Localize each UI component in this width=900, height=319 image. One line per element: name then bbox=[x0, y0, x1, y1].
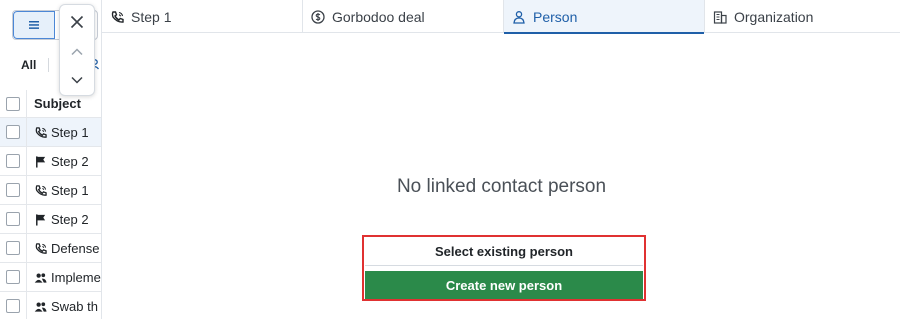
empty-state-message: No linked contact person bbox=[396, 176, 607, 197]
table-row[interactable]: Swab th bbox=[0, 292, 101, 319]
row-checkbox[interactable] bbox=[6, 270, 20, 284]
previous-record-button[interactable] bbox=[60, 38, 94, 66]
row-subject-label: Impleme bbox=[51, 269, 101, 285]
table-row[interactable]: Step 2 bbox=[0, 205, 101, 234]
table-row[interactable]: Step 1 bbox=[0, 118, 101, 147]
row-subject[interactable]: Impleme bbox=[27, 270, 101, 285]
dollar-icon bbox=[311, 9, 325, 24]
tab-label: Step 1 bbox=[131, 8, 172, 25]
row-subject-label: Step 1 bbox=[51, 124, 89, 140]
row-checkbox[interactable] bbox=[6, 241, 20, 255]
row-checkbox[interactable] bbox=[6, 212, 20, 226]
row-subject-label: Step 2 bbox=[51, 153, 89, 169]
tab-label: Person bbox=[533, 8, 578, 25]
app-root: All Subject Step 1 Step 2 Step 1 Step 2 Defe… bbox=[0, 0, 900, 319]
phone-icon bbox=[35, 126, 47, 138]
subject-column-header[interactable]: Subject bbox=[27, 96, 81, 111]
flag-icon bbox=[36, 213, 46, 226]
row-checkbox-cell bbox=[0, 263, 27, 291]
tab-gorbodoo-deal[interactable]: Gorbodoo deal bbox=[303, 0, 504, 33]
tab-label: Gorbodoo deal bbox=[332, 8, 425, 25]
row-subject[interactable]: Defense bbox=[27, 241, 99, 256]
list-view-button[interactable] bbox=[13, 11, 55, 39]
activity-grid: Subject Step 1 Step 2 Step 1 Step 2 Defense I… bbox=[0, 90, 101, 319]
table-row[interactable]: Impleme bbox=[0, 263, 101, 292]
detail-panel: Step 1 Gorbodoo deal Person Organization No… bbox=[101, 0, 900, 319]
row-checkbox-cell bbox=[0, 176, 27, 204]
people-icon bbox=[34, 301, 47, 312]
table-row[interactable]: Defense bbox=[0, 234, 101, 263]
select-existing-person-button[interactable]: Select existing person bbox=[365, 238, 643, 266]
row-subject-label: Step 1 bbox=[51, 182, 89, 198]
table-row[interactable]: Step 2 bbox=[0, 147, 101, 176]
row-subject[interactable]: Step 1 bbox=[27, 125, 89, 140]
close-icon bbox=[70, 15, 84, 29]
chevron-up-icon bbox=[71, 48, 83, 56]
select-all-cell bbox=[0, 90, 27, 117]
create-new-person-button[interactable]: Create new person bbox=[365, 271, 643, 299]
row-subject-label: Swab th bbox=[51, 298, 98, 314]
table-row[interactable]: Step 1 bbox=[0, 176, 101, 205]
filter-all[interactable]: All bbox=[21, 58, 36, 72]
list-icon bbox=[29, 21, 39, 29]
row-checkbox[interactable] bbox=[6, 183, 20, 197]
tab-organization[interactable]: Organization bbox=[705, 0, 900, 33]
select-all-checkbox[interactable] bbox=[6, 96, 20, 111]
person-actions-highlight: Select existing person Create new person bbox=[362, 235, 646, 301]
row-subject-label: Step 2 bbox=[51, 211, 89, 227]
row-subject[interactable]: Swab th bbox=[27, 299, 98, 314]
phone-icon bbox=[35, 184, 47, 196]
tab-label: Organization bbox=[734, 8, 814, 25]
person-icon bbox=[513, 10, 525, 24]
flag-icon bbox=[36, 155, 46, 168]
phone-icon bbox=[111, 10, 124, 23]
row-subject[interactable]: Step 2 bbox=[27, 212, 89, 227]
chevron-down-icon bbox=[71, 76, 83, 84]
row-subject[interactable]: Step 2 bbox=[27, 154, 89, 169]
row-checkbox-cell bbox=[0, 234, 27, 262]
row-subject-label: Defense bbox=[51, 240, 100, 256]
filter-divider bbox=[48, 58, 50, 72]
row-subject[interactable]: Step 1 bbox=[27, 183, 89, 198]
next-record-button[interactable] bbox=[60, 66, 94, 94]
row-checkbox-cell bbox=[0, 292, 27, 319]
row-checkbox-cell bbox=[0, 118, 27, 146]
row-checkbox[interactable] bbox=[6, 125, 20, 139]
row-checkbox[interactable] bbox=[6, 154, 20, 168]
row-checkbox-cell bbox=[0, 205, 27, 233]
building-icon bbox=[713, 10, 727, 24]
activity-list-panel: All Subject Step 1 Step 2 Step 1 Step 2 Defe… bbox=[0, 0, 101, 319]
close-button[interactable] bbox=[60, 8, 94, 36]
phone-icon bbox=[35, 242, 47, 254]
record-nav-box bbox=[59, 4, 95, 96]
tab-step-1[interactable]: Step 1 bbox=[102, 0, 303, 33]
tab-person[interactable]: Person bbox=[504, 0, 705, 34]
row-checkbox-cell bbox=[0, 147, 27, 175]
people-icon bbox=[34, 272, 47, 283]
detail-tabs: Step 1 Gorbodoo deal Person Organization bbox=[102, 0, 900, 34]
row-checkbox[interactable] bbox=[6, 299, 20, 313]
